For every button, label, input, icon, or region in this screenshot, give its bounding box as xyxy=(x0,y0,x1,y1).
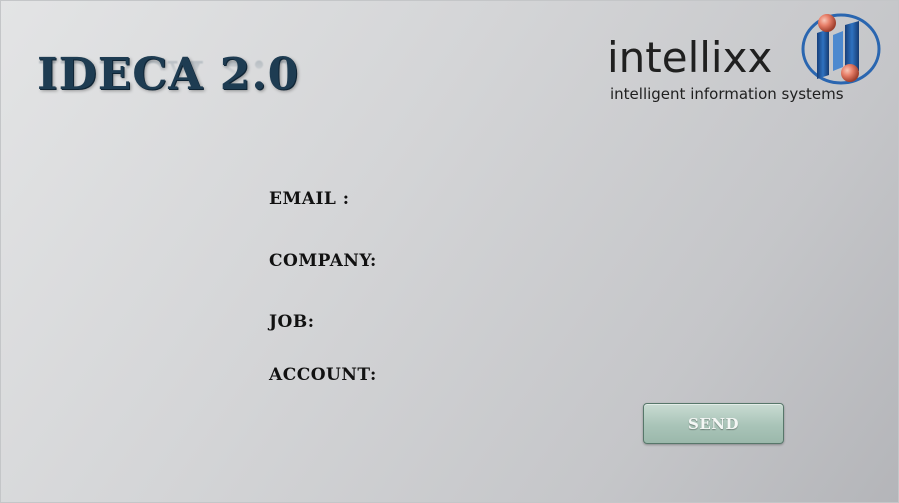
logo-wordmark: intellixx xyxy=(607,33,773,82)
app-window: IDECA 2.0 IDECA 2.0 intellixx intelligen… xyxy=(0,0,899,503)
account-label: ACCOUNT: xyxy=(269,365,377,385)
job-label: JOB: xyxy=(269,312,315,332)
send-button[interactable]: SEND xyxy=(643,403,784,444)
logo-tagline: intelligent information systems xyxy=(610,85,844,103)
company-label: COMPANY: xyxy=(269,251,377,271)
send-button-label: SEND xyxy=(688,414,739,433)
email-label: EMAIL : xyxy=(269,189,350,209)
intellixx-logo-icon xyxy=(801,13,881,85)
app-title: IDECA 2.0 xyxy=(37,49,300,100)
